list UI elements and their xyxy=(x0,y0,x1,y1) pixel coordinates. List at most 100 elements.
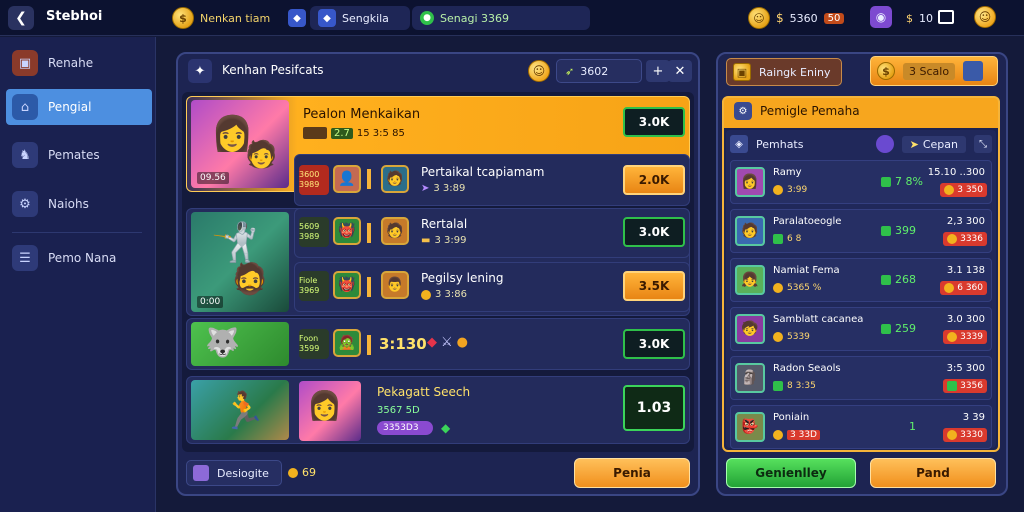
smiley-icon[interactable]: ☺ xyxy=(528,60,550,82)
arrow-icon xyxy=(947,381,958,391)
dollar-icon: $ xyxy=(776,11,784,25)
shield-icon: ◆ xyxy=(288,9,306,27)
value-button[interactable]: 1.03 xyxy=(623,385,685,431)
player-name: Namiat Fema xyxy=(773,265,840,276)
find-button[interactable]: Pand xyxy=(870,458,996,488)
leaderboard-row[interactable]: 👩 Ramy 3:99 7 8% 15.10 ..300 3 350 xyxy=(730,160,992,204)
shield-status[interactable]: ◆ xyxy=(280,8,314,28)
coin-icon: $ xyxy=(877,62,895,80)
coin-icon xyxy=(944,185,955,195)
box-icon xyxy=(773,381,783,391)
leaderboard-row[interactable]: 👺 Poniain 3 33D 1 3 39 3330 xyxy=(730,405,992,449)
player-rank: 2,3 300 xyxy=(946,216,985,227)
hero-avatar: 🧟 xyxy=(333,329,361,357)
close-button[interactable]: ✕ xyxy=(668,60,692,82)
tag-box: 3600 3989 xyxy=(299,165,329,195)
paw-icon: ● xyxy=(456,335,468,350)
status-pill-2[interactable]: ● Senagi 3369 xyxy=(412,6,590,30)
arrow-icon: ➤ xyxy=(909,137,919,151)
sidebar-item-label: Pengial xyxy=(48,100,92,114)
scale-button[interactable]: $ 3 Scalo xyxy=(870,56,998,86)
value-button[interactable]: 2.0K xyxy=(623,165,685,195)
value-button[interactable]: 3.5K xyxy=(623,271,685,301)
gear-icon: ⚙ xyxy=(12,191,38,217)
character-icon: 🧔 xyxy=(231,262,269,297)
list-item[interactable]: Fiole 3969 👹 👨 Pegilsy lening 3 3:86 3.5… xyxy=(294,262,690,312)
row-stats: 3567 5D xyxy=(377,405,420,416)
list-item[interactable]: 🐺 Foon 3599 🧟 3:130 ◆ ⚔ ● 3.0K xyxy=(186,318,690,370)
gold-counter[interactable]: ☺ $ 5360 50 xyxy=(740,6,852,30)
row-stats: 2.7 15 3:5 85 xyxy=(303,127,405,139)
arrow-icon xyxy=(881,274,891,285)
sidebar-item-renahe[interactable]: ▣ Renahe xyxy=(6,45,152,81)
coin-icon xyxy=(773,283,783,293)
character-icon: 🧑 xyxy=(245,140,278,170)
profile-avatar[interactable]: ☺ xyxy=(974,6,996,28)
filter-dropdown[interactable]: ➤ Cepan xyxy=(901,135,966,153)
sidebar-item-pemates[interactable]: ♞ Pemates xyxy=(6,137,152,173)
coin-icon xyxy=(773,332,783,342)
player-stat: 6 8 xyxy=(773,234,801,244)
shield-icon: ◆ xyxy=(318,9,336,27)
divider xyxy=(367,169,371,189)
coin-icon xyxy=(944,283,955,293)
sidebar-item-label: Renahe xyxy=(48,56,94,70)
coin-counter[interactable]: ➶ 3602 xyxy=(556,59,642,83)
player-avatar: 🧑 xyxy=(735,216,765,246)
thumb-label: 0:00 xyxy=(197,296,224,308)
energy-counter[interactable]: $ 10 xyxy=(898,8,941,28)
player-rank: 3.0 300 xyxy=(946,314,985,325)
filter-avatar-icon[interactable] xyxy=(875,135,894,153)
player-name: Samblatt cacanea xyxy=(773,314,864,325)
coin-icon xyxy=(773,185,783,195)
leaderboard-row[interactable]: 🗿 Radon Seaols 8 3:35 3:5 300 3356 xyxy=(730,356,992,400)
reward-icons: ◆ ⚔ ● xyxy=(427,335,468,350)
list-item[interactable]: 🏃 👩 Pekagatt Seech 3567 5D 3353D3 ◆ 1.03 xyxy=(186,376,690,444)
leaderboard-header: ◈ Pemhats ➤ Cepan ⤡ xyxy=(730,133,992,155)
row-title: 3:130 xyxy=(379,335,427,353)
currency-indicator[interactable]: $ Nenkan tiam xyxy=(164,6,278,30)
leaderboard-row[interactable]: 🧒 Samblatt cacanea 5339 259 3.0 300 3339 xyxy=(730,307,992,351)
leaderboard-row[interactable]: 👧 Namiat Fema 5365 % 268 3.1 138 6 360 xyxy=(730,258,992,302)
arrow-icon xyxy=(881,323,891,334)
character-portrait: 👩 xyxy=(299,381,361,441)
expand-icon[interactable]: ⤡ xyxy=(974,135,992,153)
value-button[interactable]: 3.0K xyxy=(623,107,685,137)
list-item[interactable]: 3600 3989 👤 🧑 Pertaikal tcapiamam ➤ 3 3:… xyxy=(294,154,690,206)
designation-pill[interactable]: Desiogite xyxy=(186,460,282,486)
box-icon: ▬ xyxy=(421,235,431,246)
back-button[interactable]: ❮ xyxy=(8,6,34,30)
confirm-button[interactable]: Genienlley xyxy=(726,458,856,488)
cube-icon xyxy=(193,465,209,481)
arrow-icon: ◆ xyxy=(441,421,451,435)
divider xyxy=(367,277,371,297)
value-button[interactable]: 3.0K xyxy=(623,329,685,359)
value-button[interactable]: 3.0K xyxy=(623,217,685,247)
status-pill-1[interactable]: ◆ Sengkila xyxy=(310,6,410,30)
hero-avatar: 👹 xyxy=(333,271,361,299)
player-stat: 3:99 xyxy=(773,185,807,195)
list-item[interactable]: 5609 3989 👹 🧑 Rertalal ▬ 3 3:99 3.0K xyxy=(294,208,690,258)
sidebar-item-label: Pemates xyxy=(48,148,100,162)
window-icon[interactable] xyxy=(938,10,954,24)
star-button[interactable]: ✦ xyxy=(188,59,212,83)
row-stats: ➤ 3 3:89 xyxy=(421,183,466,194)
leaderboard-row[interactable]: 🧑 Paralatoeogle 6 8 399 2,3 300 3336 xyxy=(730,209,992,253)
warrior-icon: 🤺 xyxy=(211,220,259,264)
sidebar-divider xyxy=(12,232,142,233)
sidebar-item-naiohs[interactable]: ⚙ Naiohs xyxy=(6,186,152,222)
sidebar-item-pemo-nana[interactable]: ☰ Pemo Nana xyxy=(6,240,152,276)
ranking-button[interactable]: ▣ Raingk Eniny xyxy=(726,58,842,86)
sidebar-item-pengial[interactable]: ⌂ Pengial xyxy=(6,89,152,125)
divider xyxy=(367,335,371,355)
player-avatar: 👧 xyxy=(735,265,765,295)
progress-pill: 3353D3 xyxy=(377,421,433,435)
add-button[interactable]: + xyxy=(646,60,670,82)
primary-action-button[interactable]: Penia xyxy=(574,458,690,488)
avatar xyxy=(963,61,984,81)
player-stat: 5339 xyxy=(773,332,810,342)
gem-icon[interactable]: ◉ xyxy=(870,6,892,28)
coin-icon xyxy=(288,467,298,478)
hero-avatar: 🧑 xyxy=(381,165,409,193)
player-stat: 8 3:35 xyxy=(773,381,816,391)
